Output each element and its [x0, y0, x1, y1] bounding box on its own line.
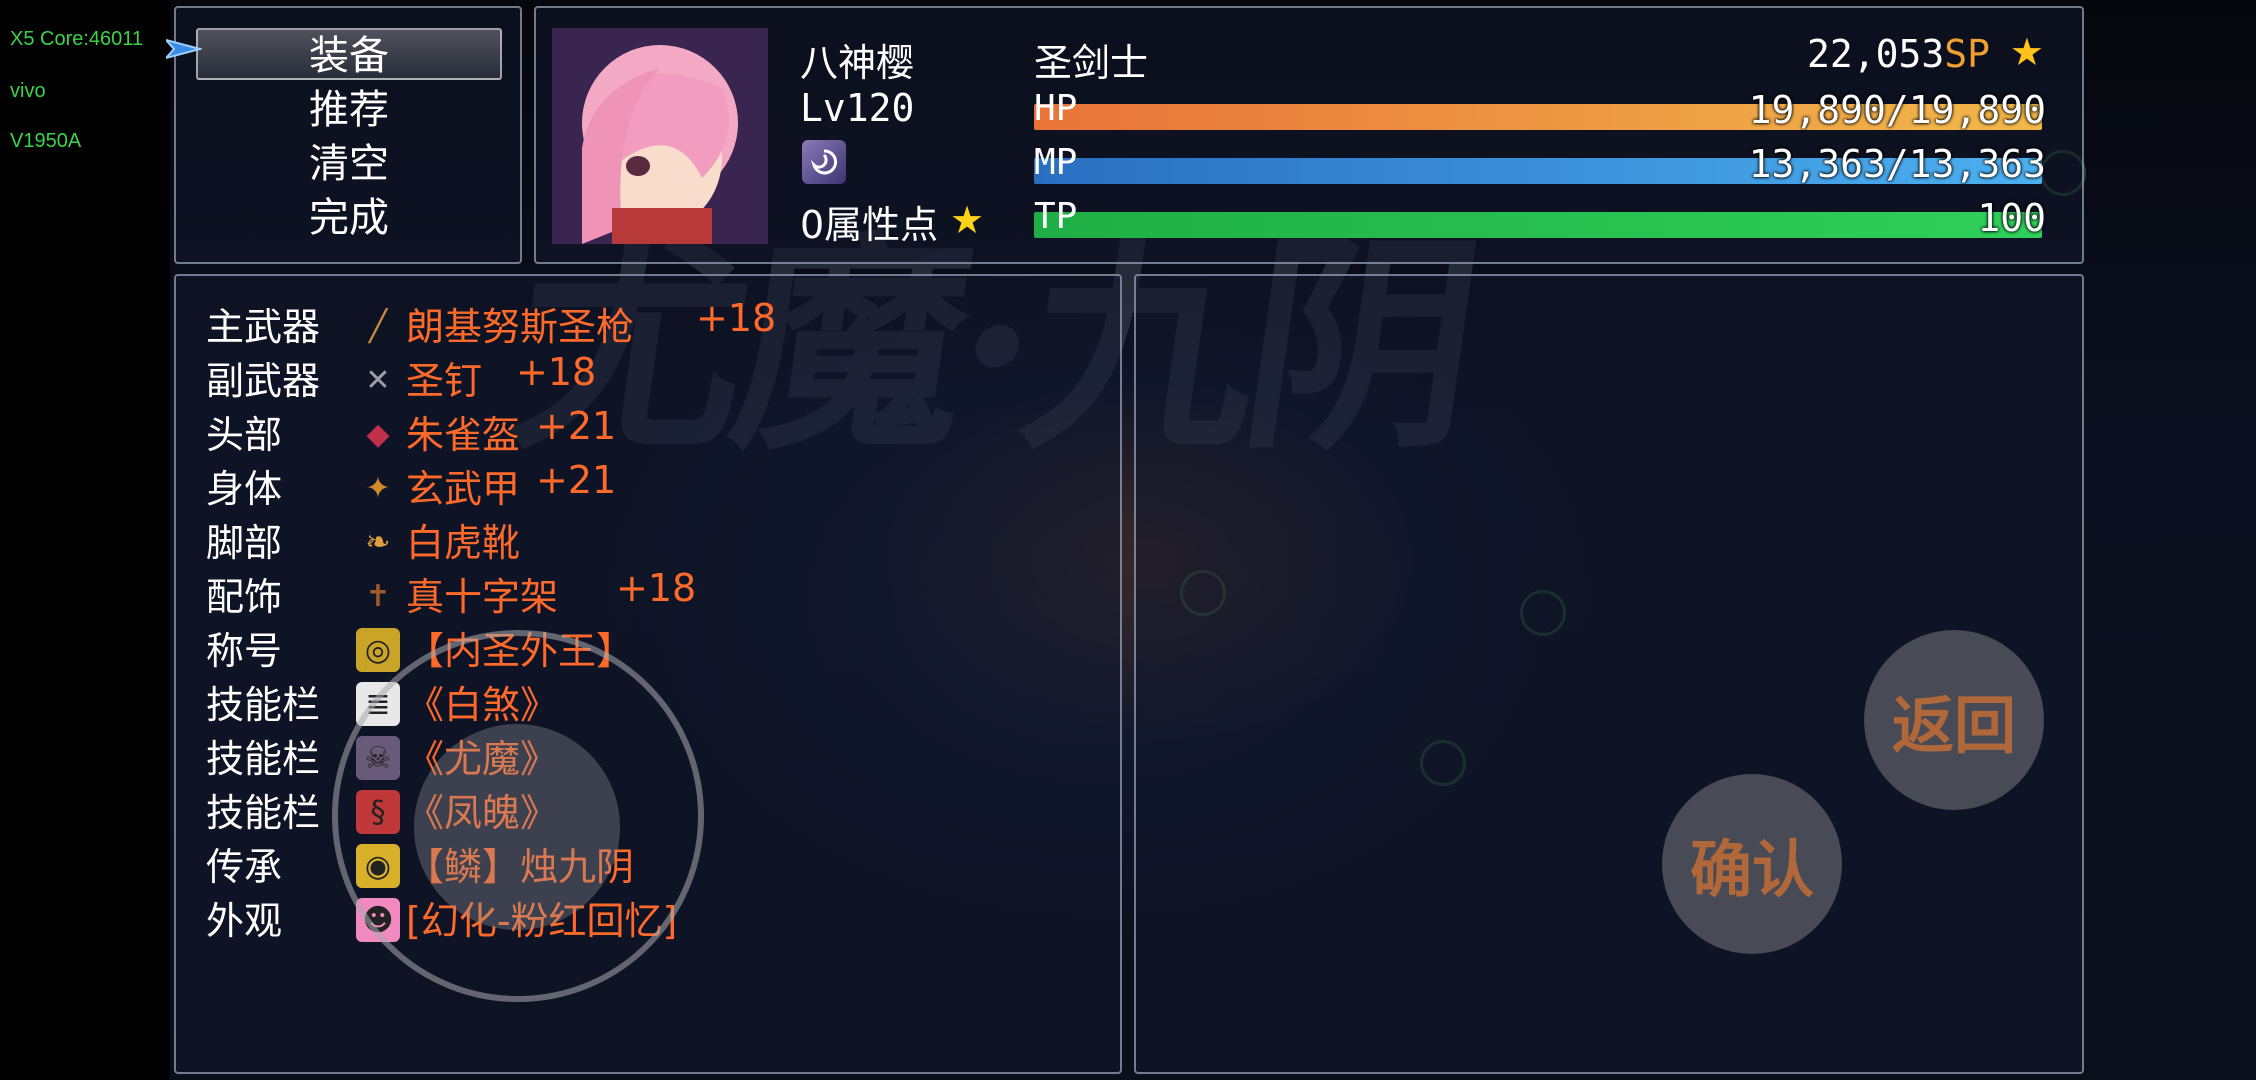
equipment-enhance-level: +18 — [696, 296, 777, 340]
equipment-item-name: 白虎靴 — [406, 521, 521, 565]
mp-value: 13,363/13,363 — [1748, 142, 2046, 186]
equipment-slot-label: 技能栏 — [206, 683, 321, 727]
equipment-item-name: 玄武甲 — [406, 467, 521, 511]
equipment-slot-label: 副武器 — [206, 359, 321, 403]
equipment-slot-label: 脚部 — [206, 521, 283, 565]
hp-label: HP — [1034, 88, 1078, 129]
equipment-slot-label: 身体 — [206, 467, 283, 511]
equipment-slot-label: 主武器 — [206, 305, 321, 349]
game-screen: X5 Core:46011 vivo V1950A 尤魔·九阴 装备 推荐 清空… — [0, 0, 2256, 1080]
equipment-item-name: 朱雀盔 — [406, 413, 521, 457]
equipment-row[interactable]: 身体 ✦ 玄武甲 +21 — [206, 458, 1106, 511]
equipment-slot-label: 外观 — [206, 899, 283, 943]
equipment-enhance-level: +21 — [536, 404, 617, 448]
equipment-item-name: 圣钉 — [406, 359, 483, 403]
hp-value: 19,890/19,890 — [1748, 88, 2046, 132]
equipment-slot-label: 技能栏 — [206, 791, 321, 835]
command-equip[interactable]: 装备 — [196, 28, 502, 80]
equipment-slot-label: 称号 — [206, 629, 283, 673]
tp-label: TP — [1034, 196, 1078, 237]
command-finish[interactable]: 完成 — [196, 192, 502, 244]
equipment-slot-label: 配饰 — [206, 575, 283, 619]
command-clear[interactable]: 清空 — [196, 138, 502, 190]
equipment-row[interactable]: 头部 ◆ 朱雀盔 +21 — [206, 404, 1106, 457]
equipment-item-name: 真十字架 — [406, 575, 559, 619]
back-button[interactable]: 返回 — [1864, 630, 2044, 810]
joystick-knob[interactable] — [414, 724, 620, 930]
actor-portrait — [552, 28, 768, 244]
equipment-enhance-level: +18 — [616, 566, 697, 610]
tp-value: 100 — [1977, 196, 2046, 240]
title-badge-icon: ◎ — [356, 628, 400, 672]
equipment-enhance-level: +18 — [516, 350, 597, 394]
equipment-row[interactable]: 称号 ◎ 【内圣外王】 — [206, 620, 1106, 673]
equipment-slot-label: 头部 — [206, 413, 283, 457]
equipment-slot-label: 技能栏 — [206, 737, 321, 781]
actor-class: 圣剑士 — [1034, 41, 1149, 85]
equipment-enhance-level: +21 — [536, 458, 617, 502]
equipment-row[interactable]: 主武器 ╱ 朗基努斯圣枪 +18 — [206, 296, 1106, 349]
star-icon: ★ — [950, 198, 985, 242]
helmet-icon: ◆ — [366, 416, 390, 452]
tp-bar — [1034, 212, 2042, 238]
state-swirl-icon — [802, 140, 846, 184]
debug-core-text: X5 Core:46011 — [10, 28, 144, 50]
sp-value: 22,053 — [1806, 32, 1945, 76]
selection-cursor-icon — [166, 38, 202, 60]
sp-value-group: 22,053SP — [1807, 32, 1990, 76]
nail-icon: ✕ — [365, 362, 391, 398]
confirm-button[interactable]: 确认 — [1662, 774, 1842, 954]
equipment-window: 主武器 ╱ 朗基努斯圣枪 +18 副武器 ✕ 圣钉 +18 头部 ◆ 朱雀盔 +21 身体 ✦ 玄武甲 +21… — [174, 274, 1122, 1074]
debug-model-text: V1950A — [10, 130, 82, 152]
equipment-item-name: 朗基努斯圣枪 — [406, 305, 635, 349]
actor-name: 八神樱 — [800, 41, 915, 85]
mp-label: MP — [1034, 142, 1078, 183]
boots-icon: ❧ — [365, 524, 391, 560]
actor-level: Lv120 — [800, 86, 915, 130]
debug-brand-text: vivo — [10, 80, 46, 102]
cross-icon: ✝ — [365, 578, 391, 614]
command-recommend[interactable]: 推荐 — [196, 84, 502, 136]
sp-stars-icon: ★ — [2009, 30, 2044, 74]
command-window: 装备 推荐 清空 完成 — [174, 6, 522, 264]
status-window: 八神樱 Lv120 0属性点 ★ 圣剑士 22,053SP ★ HP 19,89… — [534, 6, 2084, 264]
armor-icon: ✦ — [365, 470, 391, 506]
equipment-row[interactable]: 配饰 ✝ 真十字架 +18 — [206, 566, 1106, 619]
equipment-slot-label: 传承 — [206, 845, 283, 889]
equipment-row[interactable]: 脚部 ❧ 白虎靴 — [206, 512, 1106, 565]
equipment-row[interactable]: 副武器 ✕ 圣钉 +18 — [206, 350, 1106, 403]
sp-unit: SP — [1944, 32, 1990, 76]
attribute-points: 0属性点 — [800, 203, 939, 247]
spear-icon: ╱ — [368, 308, 388, 344]
